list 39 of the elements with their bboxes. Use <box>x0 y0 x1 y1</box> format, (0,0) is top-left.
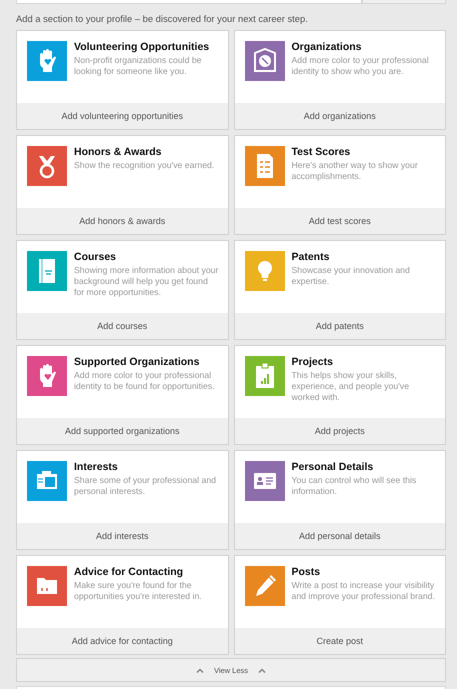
add-section-button[interactable]: Add supported organizations <box>17 418 228 444</box>
add-section-button[interactable]: Add projects <box>234 418 445 444</box>
add-section-button[interactable]: Create post <box>234 628 445 654</box>
section-description: Showing more information about your background will help you get found for more opportunities. <box>74 265 220 298</box>
add-section-button[interactable]: Add interests <box>17 523 228 549</box>
section-title: Posts <box>292 567 322 578</box>
intro-text: Add a section to your profile – be discovered for your next career step. <box>16 13 309 24</box>
add-section-button[interactable]: Add test scores <box>234 208 445 234</box>
section-description: Share some of your professional and personal interests. <box>74 475 217 497</box>
section-description: This helps show your skills, experience, and people you've worked with. <box>292 370 410 403</box>
add-section-button[interactable]: Add courses <box>17 313 228 339</box>
section-description: Non-profit organizations could be looking for someone like you. <box>74 55 202 77</box>
section-description: Showcase your innovation and expertise. <box>292 265 411 287</box>
section-description: You can control who will see this information. <box>292 475 418 497</box>
section-title: Interests <box>74 462 119 473</box>
section-title: Personal Details <box>292 462 374 473</box>
section-description: Show the recognition you've earned. <box>74 160 214 171</box>
section-description: Make sure you're found for the opportunities you're interested in. <box>74 580 203 602</box>
add-section-button[interactable]: Add organizations <box>234 103 445 129</box>
section-title: Projects <box>292 357 334 368</box>
section-title: Patents <box>292 252 330 263</box>
section-description: Add more color to your professional identity to be found for opportunities. <box>74 370 216 392</box>
add-section-button[interactable]: Add volunteering opportunities <box>17 103 228 129</box>
section-title: Supported Organizations <box>74 357 200 368</box>
section-title: Courses <box>74 252 118 263</box>
chevron-up-icon <box>196 668 204 672</box>
add-section-button[interactable]: Add patents <box>234 313 445 339</box>
section-description: Here's another way to show your accomplishments. <box>292 160 419 182</box>
section-description: Add more color to your professional identity to show who you are. <box>292 55 430 77</box>
add-section-button[interactable]: Add advice for contacting <box>17 628 228 654</box>
section-title: Volunteering Opportunities <box>74 42 210 53</box>
section-title: Test Scores <box>292 147 352 158</box>
section-description: Write a post to increase your visibility and improve your professional brand. <box>292 580 436 602</box>
section-title: Organizations <box>292 42 363 53</box>
chevron-up-icon <box>258 668 266 672</box>
section-title: Honors & Awards <box>74 147 163 158</box>
add-section-button[interactable]: Add honors & awards <box>17 208 228 234</box>
section-title: Advice for Contacting <box>74 567 184 578</box>
add-section-button[interactable]: Add personal details <box>234 523 445 549</box>
